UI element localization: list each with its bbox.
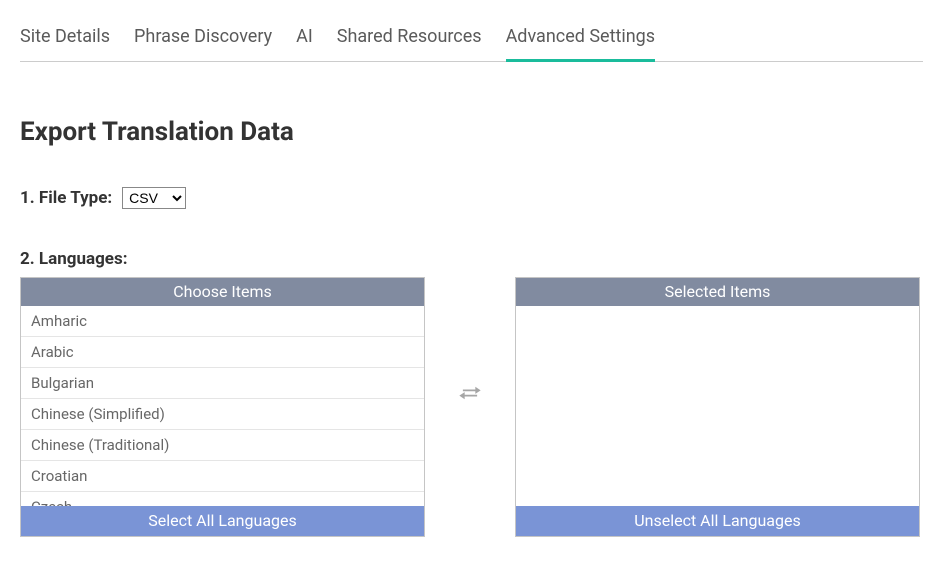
language-dual-panel: Choose Items Amharic Arabic Bulgarian Ch… [20,277,923,537]
tab-shared-resources[interactable]: Shared Resources [337,18,482,62]
tab-advanced-settings[interactable]: Advanced Settings [506,18,656,62]
list-item[interactable]: Arabic [21,337,424,368]
file-type-row: 1. File Type: CSV [20,187,923,209]
file-type-select[interactable]: CSV [122,187,186,209]
tab-ai[interactable]: AI [296,18,313,62]
languages-label: 2. Languages: [20,249,923,269]
selected-items-header: Selected Items [516,278,919,306]
tab-bar: Site Details Phrase Discovery AI Shared … [20,18,923,62]
unselect-all-button[interactable]: Unselect All Languages [516,506,919,536]
tab-site-details[interactable]: Site Details [20,18,110,62]
choose-items-list[interactable]: Amharic Arabic Bulgarian Chinese (Simpli… [21,306,424,506]
selected-items-panel: Selected Items Unselect All Languages [515,277,920,537]
list-item[interactable]: Amharic [21,306,424,337]
select-all-button[interactable]: Select All Languages [21,506,424,536]
list-item[interactable]: Chinese (Traditional) [21,430,424,461]
page-title: Export Translation Data [20,117,923,147]
choose-items-header: Choose Items [21,278,424,306]
swap-icon[interactable] [425,385,515,429]
tab-phrase-discovery[interactable]: Phrase Discovery [134,18,272,62]
list-item[interactable]: Chinese (Simplified) [21,399,424,430]
list-item[interactable]: Croatian [21,461,424,492]
list-item[interactable]: Czech [21,492,424,506]
selected-items-list[interactable] [516,306,919,506]
list-item[interactable]: Bulgarian [21,368,424,399]
file-type-label: 1. File Type: [20,188,112,208]
choose-items-panel: Choose Items Amharic Arabic Bulgarian Ch… [20,277,425,537]
